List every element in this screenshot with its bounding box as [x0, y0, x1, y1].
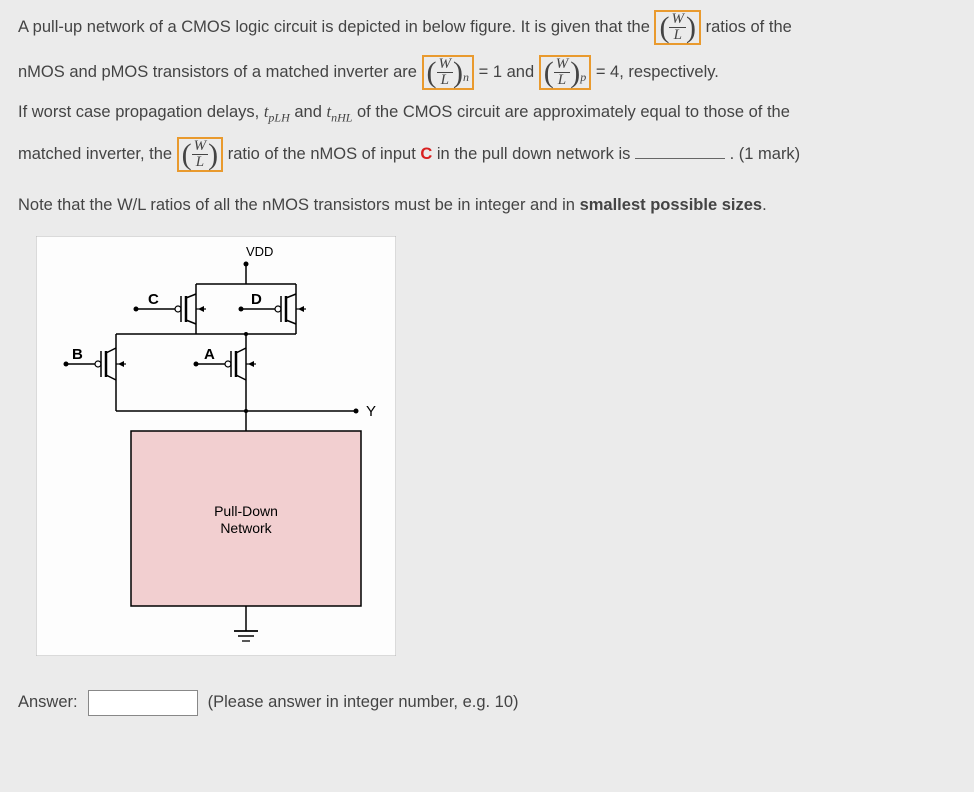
formula-wl-q: (WL) — [177, 137, 224, 172]
text: of the CMOS circuit are approximately eq… — [357, 103, 790, 121]
note: Note that the W/L ratios of all the nMOS… — [18, 194, 956, 218]
circuit-diagram: VDD C — [36, 236, 956, 664]
vdd-label: VDD — [246, 244, 273, 259]
question-p1: A pull-up network of a CMOS logic circui… — [18, 10, 956, 45]
formula-wl-p: (WL)p — [539, 55, 592, 90]
svg-text:A: A — [204, 346, 215, 363]
text: ratios of the — [706, 18, 792, 36]
text: nMOS and pMOS transistors of a matched i… — [18, 63, 422, 81]
svg-text:B: B — [72, 346, 83, 363]
text: = 1 and — [479, 63, 539, 81]
text: matched inverter, the — [18, 145, 177, 163]
svg-text:D: D — [251, 291, 262, 308]
text: ratio of the nMOS of input — [228, 145, 421, 163]
text: Note that the W/L ratios of all the nMOS… — [18, 196, 580, 214]
note-bold: smallest possible sizes — [580, 196, 763, 214]
question-p4: matched inverter, the (WL) ratio of the … — [18, 137, 956, 172]
svg-text:Network: Network — [220, 520, 272, 536]
text: and — [294, 103, 326, 121]
question-p2: nMOS and pMOS transistors of a matched i… — [18, 55, 956, 90]
input-c-label: C — [420, 145, 432, 163]
tpLH: tpLH — [264, 102, 290, 121]
tnHL: tnHL — [326, 102, 352, 121]
formula-wl: (WL) — [654, 10, 701, 45]
text: . — [762, 196, 767, 214]
text: . (1 mark) — [730, 145, 801, 163]
text: If worst case propagation delays, — [18, 103, 264, 121]
answer-label: Answer: — [18, 691, 78, 715]
text: = 4, respectively. — [596, 63, 719, 81]
text: A pull-up network of a CMOS logic circui… — [18, 18, 654, 36]
question-p3: If worst case propagation delays, tpLH a… — [18, 100, 956, 127]
svg-text:Pull-Down: Pull-Down — [214, 503, 278, 519]
svg-text:Y: Y — [366, 403, 376, 420]
answer-hint: (Please answer in integer number, e.g. 1… — [208, 691, 519, 715]
answer-input[interactable] — [88, 690, 198, 716]
answer-blank — [635, 158, 725, 159]
text: in the pull down network is — [437, 145, 635, 163]
svg-text:C: C — [148, 291, 159, 308]
formula-wl-n: (WL)n — [422, 55, 475, 90]
answer-row: Answer: (Please answer in integer number… — [18, 690, 956, 716]
